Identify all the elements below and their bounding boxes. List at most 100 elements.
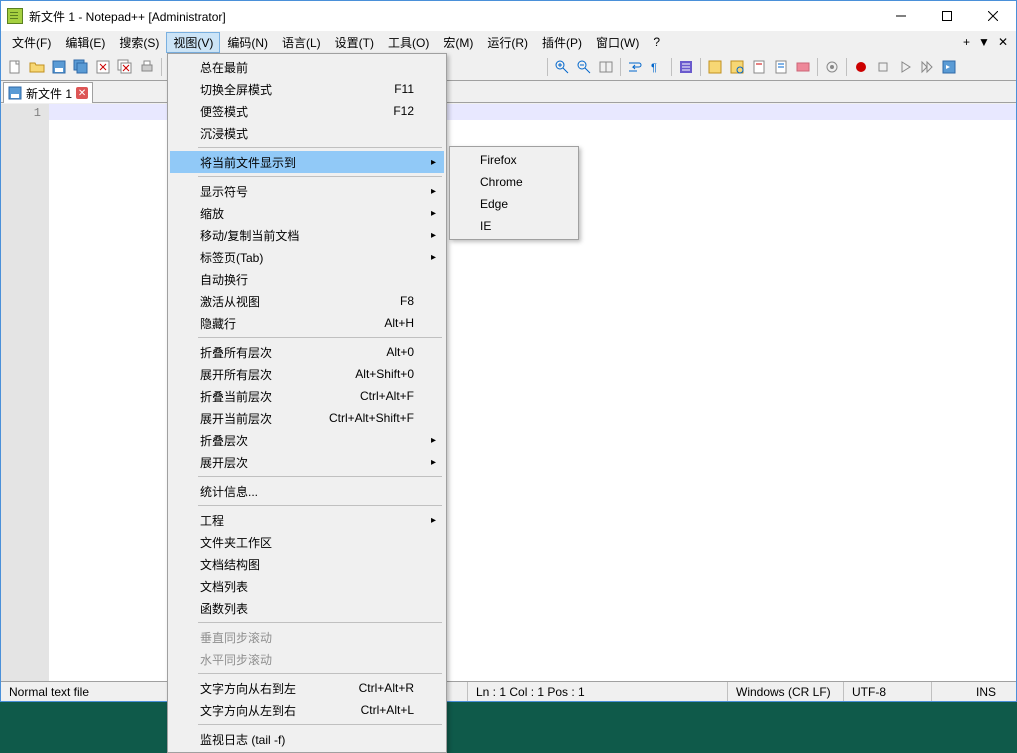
- menu-run[interactable]: 运行(R): [480, 32, 535, 53]
- func-list-icon[interactable]: [749, 57, 769, 77]
- menu-settings[interactable]: 设置(T): [328, 32, 381, 53]
- show-all-icon[interactable]: ¶: [647, 57, 667, 77]
- status-ins[interactable]: INS: [968, 682, 1016, 701]
- menu-encoding[interactable]: 编码(N): [220, 32, 275, 53]
- status-position: Ln : 1 Col : 1 Pos : 1: [468, 682, 728, 701]
- menu-view[interactable]: 视图(V): [166, 32, 220, 53]
- maximize-button[interactable]: [924, 1, 970, 31]
- monitor-icon[interactable]: [822, 57, 842, 77]
- menu-item[interactable]: 文档列表: [170, 575, 444, 597]
- menu-search[interactable]: 搜索(S): [112, 32, 166, 53]
- chevron-right-icon: ▸: [431, 208, 436, 219]
- menu-macro[interactable]: 宏(M): [436, 32, 480, 53]
- wordwrap-icon[interactable]: [625, 57, 645, 77]
- doc-map-icon[interactable]: [705, 57, 725, 77]
- menu-item[interactable]: 隐藏行Alt+H: [170, 312, 444, 334]
- chevron-right-icon: ▸: [431, 230, 436, 241]
- play-icon[interactable]: [895, 57, 915, 77]
- menu-tools[interactable]: 工具(O): [381, 32, 436, 53]
- tab-close-button[interactable]: ✕: [76, 87, 88, 99]
- sync-v-icon[interactable]: [596, 57, 616, 77]
- zoom-in-icon[interactable]: [552, 57, 572, 77]
- menu-item[interactable]: 移动/复制当前文档▸: [170, 224, 444, 246]
- stop-icon[interactable]: [873, 57, 893, 77]
- status-encoding[interactable]: UTF-8: [844, 682, 932, 701]
- submenu-item[interactable]: Firefox: [452, 149, 576, 171]
- menu-item: 水平同步滚动: [170, 648, 444, 670]
- line-gutter: 1: [1, 104, 49, 681]
- close-button[interactable]: [970, 1, 1016, 31]
- menu-item[interactable]: 折叠层次▸: [170, 429, 444, 451]
- menu-item[interactable]: 工程▸: [170, 509, 444, 531]
- titlebar: 新文件 1 - Notepad++ [Administrator]: [1, 1, 1016, 31]
- menu-item[interactable]: 文件夹工作区: [170, 531, 444, 553]
- menu-item[interactable]: 自动换行: [170, 268, 444, 290]
- statusbar: Normal text file Ln : 1 Col : 1 Pos : 1 …: [1, 681, 1016, 701]
- save-icon: [8, 86, 22, 100]
- menu-item[interactable]: 切换全屏模式F11: [170, 78, 444, 100]
- close-all-icon[interactable]: [115, 57, 135, 77]
- menu-item[interactable]: 展开层次▸: [170, 451, 444, 473]
- svg-text:¶: ¶: [651, 62, 657, 74]
- menu-item[interactable]: 折叠当前层次Ctrl+Alt+F: [170, 385, 444, 407]
- menubar: 文件(F) 编辑(E) 搜索(S) 视图(V) 编码(N) 语言(L) 设置(T…: [1, 31, 1016, 53]
- status-eol[interactable]: Windows (CR LF): [728, 682, 844, 701]
- view-menu-dropdown: 总在最前切换全屏模式F11便签模式F12沉浸模式将当前文件显示到▸ 显示符号▸缩放…: [167, 53, 447, 753]
- menu-language[interactable]: 语言(L): [275, 32, 328, 53]
- pink-icon[interactable]: [793, 57, 813, 77]
- menu-plugins[interactable]: 插件(P): [535, 32, 589, 53]
- close-icon[interactable]: [93, 57, 113, 77]
- menubar-plus-button[interactable]: +: [963, 35, 970, 49]
- menu-item[interactable]: 显示符号▸: [170, 180, 444, 202]
- menu-item[interactable]: 文字方向从右到左Ctrl+Alt+R: [170, 677, 444, 699]
- chevron-right-icon: ▸: [431, 252, 436, 263]
- chevron-right-icon: ▸: [431, 186, 436, 197]
- menu-item[interactable]: 标签页(Tab)▸: [170, 246, 444, 268]
- submenu-item[interactable]: IE: [452, 215, 576, 237]
- indent-guide-icon[interactable]: [676, 57, 696, 77]
- menu-item[interactable]: 展开所有层次Alt+Shift+0: [170, 363, 444, 385]
- submenu-item[interactable]: Chrome: [452, 171, 576, 193]
- menubar-dropdown-button[interactable]: ▼: [978, 35, 990, 49]
- menu-item[interactable]: 折叠所有层次Alt+0: [170, 341, 444, 363]
- menu-item[interactable]: 将当前文件显示到▸: [170, 151, 444, 173]
- menu-file[interactable]: 文件(F): [5, 32, 58, 53]
- menu-item[interactable]: 函数列表: [170, 597, 444, 619]
- menubar-close-button[interactable]: ✕: [998, 35, 1008, 49]
- window-title: 新文件 1 - Notepad++ [Administrator]: [29, 8, 878, 25]
- menu-edit[interactable]: 编辑(E): [58, 32, 112, 53]
- menu-item[interactable]: 总在最前: [170, 56, 444, 78]
- submenu-item[interactable]: Edge: [452, 193, 576, 215]
- menu-help[interactable]: ?: [646, 33, 667, 51]
- record-icon[interactable]: [851, 57, 871, 77]
- open-file-icon[interactable]: [27, 57, 47, 77]
- save-icon[interactable]: [49, 57, 69, 77]
- play-multi-icon[interactable]: [917, 57, 937, 77]
- save-all-icon[interactable]: [71, 57, 91, 77]
- tab-newfile1[interactable]: 新文件 1 ✕: [3, 82, 93, 103]
- status-filetype: Normal text file: [1, 682, 186, 701]
- minimize-button[interactable]: [878, 1, 924, 31]
- menu-item[interactable]: 展开当前层次Ctrl+Alt+Shift+F: [170, 407, 444, 429]
- menu-item[interactable]: 缩放▸: [170, 202, 444, 224]
- menu-item[interactable]: 便签模式F12: [170, 100, 444, 122]
- menu-item[interactable]: 文档结构图: [170, 553, 444, 575]
- print-icon[interactable]: [137, 57, 157, 77]
- chevron-right-icon: ▸: [431, 157, 436, 168]
- menu-item[interactable]: 沉浸模式: [170, 122, 444, 144]
- menu-item: 垂直同步滚动: [170, 626, 444, 648]
- save-macro-icon[interactable]: [939, 57, 959, 77]
- toolbar: ¶: [1, 53, 1016, 81]
- tabbar: 新文件 1 ✕: [1, 81, 1016, 103]
- doc-list-icon[interactable]: [727, 57, 747, 77]
- new-file-icon[interactable]: [5, 57, 25, 77]
- menu-item[interactable]: 文字方向从左到右Ctrl+Alt+L: [170, 699, 444, 721]
- main-window: 新文件 1 - Notepad++ [Administrator] 文件(F) …: [0, 0, 1017, 702]
- menu-window[interactable]: 窗口(W): [589, 32, 646, 53]
- zoom-out-icon[interactable]: [574, 57, 594, 77]
- menu-item[interactable]: 激活从视图F8: [170, 290, 444, 312]
- menu-item[interactable]: 监视日志 (tail -f): [170, 728, 444, 750]
- folder-ws-icon[interactable]: [771, 57, 791, 77]
- menu-item[interactable]: 统计信息...: [170, 480, 444, 502]
- line-number: 1: [1, 106, 41, 120]
